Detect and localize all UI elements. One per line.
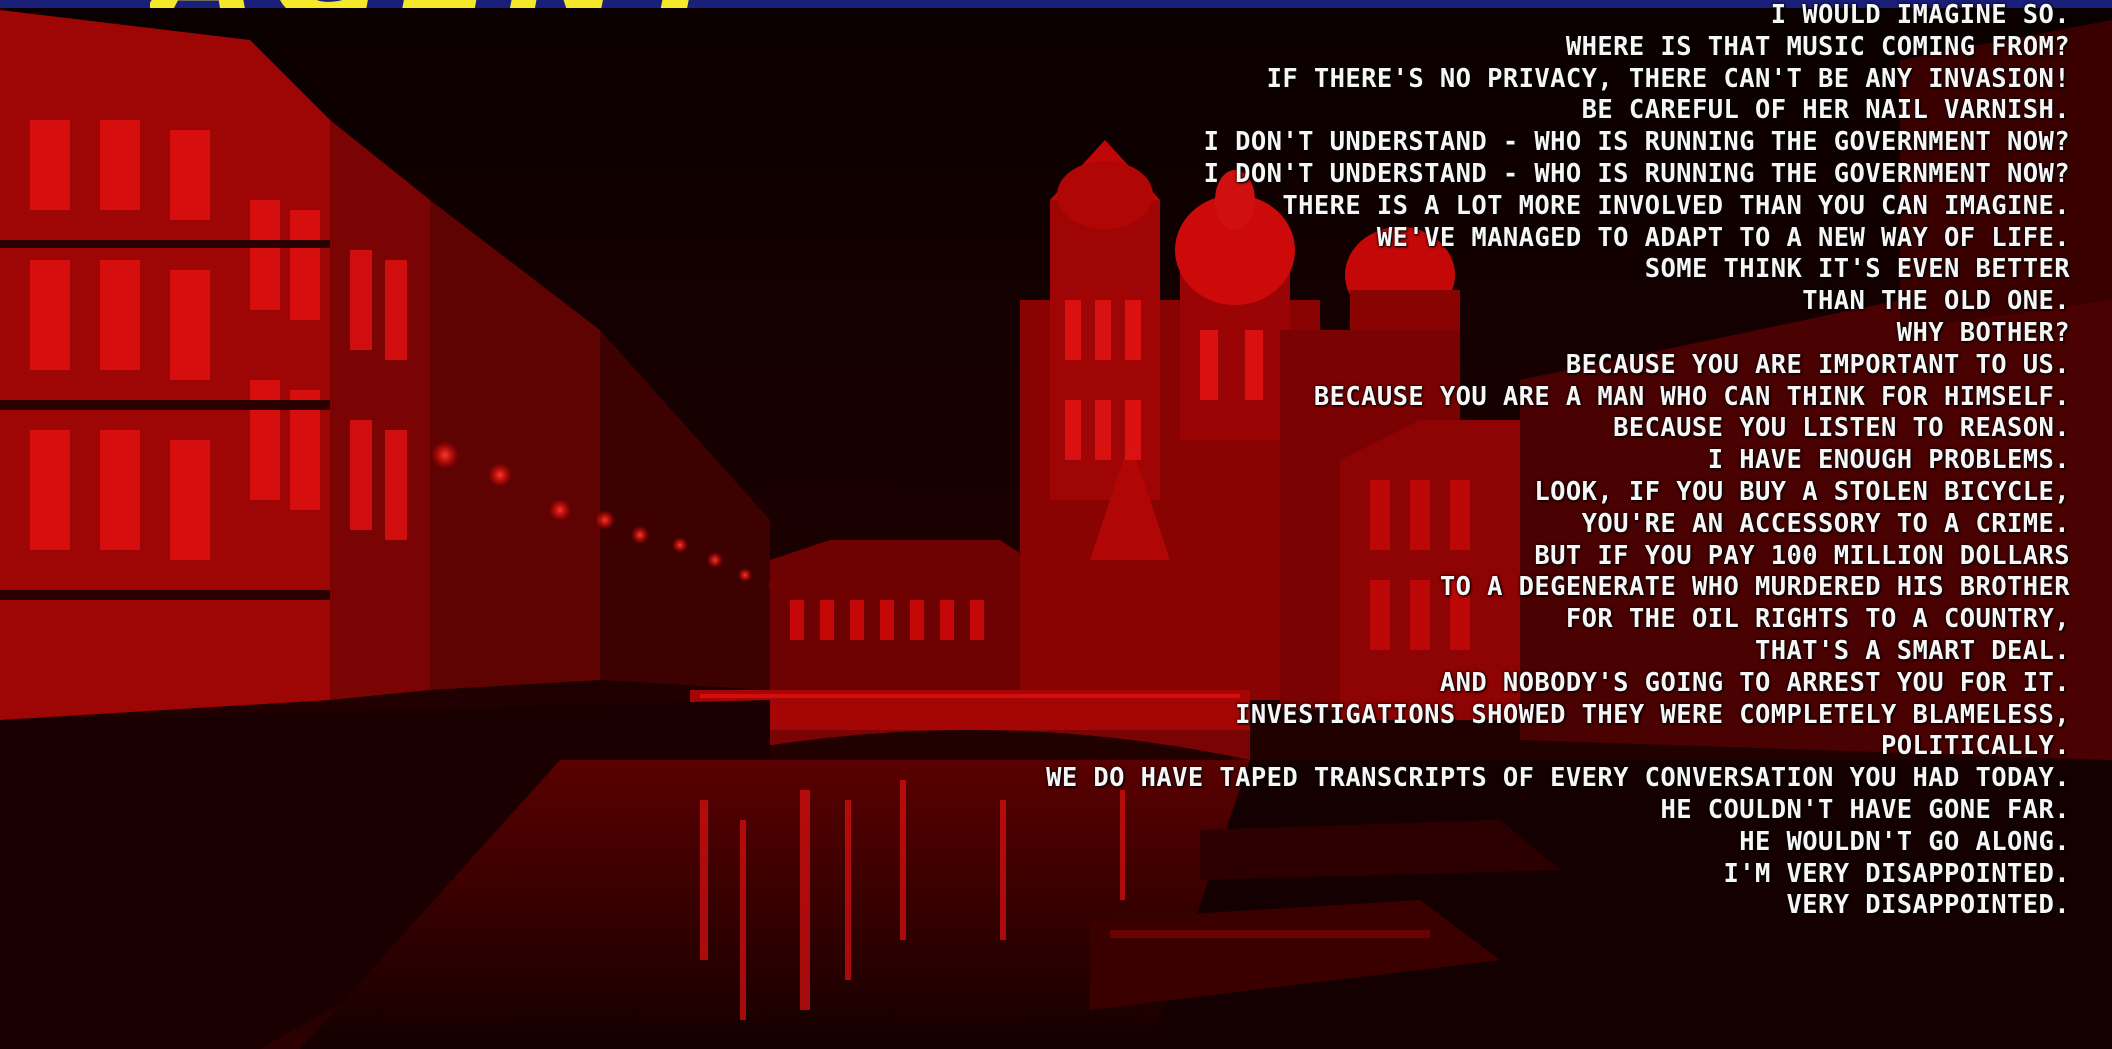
subtitle-line: THAT'S A SMART DEAL. xyxy=(1754,635,2070,666)
subtitle-line: BECAUSE YOU ARE A MAN WHO CAN THINK FOR … xyxy=(1313,381,2070,412)
subtitle-line: WE DO HAVE TAPED TRANSCRIPTS OF EVERY CO… xyxy=(1046,763,2070,794)
subtitle-line: LOOK, IF YOU BUY A STOLEN BICYCLE, xyxy=(1534,476,2070,507)
subtitle-block: I WOULD IMAGINE SO. WHERE IS THAT MUSIC C… xyxy=(1046,0,2070,922)
subtitle-line: WHERE IS THAT MUSIC COMING FROM? xyxy=(1565,31,2070,62)
subtitle-line: AND NOBODY'S GOING TO ARREST YOU FOR IT. xyxy=(1439,667,2070,698)
subtitle-line: THERE IS A LOT MORE INVOLVED THAN YOU CA… xyxy=(1282,190,2070,221)
subtitle-line: VERY DISAPPOINTED. xyxy=(1786,890,2070,921)
subtitle-line: POLITICALLY. xyxy=(1880,731,2070,762)
logo: AGENT xyxy=(150,0,710,8)
subtitle-line: YOU'RE AN ACCESSORY TO A CRIME. xyxy=(1581,508,2070,539)
subtitle-line: BE CAREFUL OF HER NAIL VARNISH. xyxy=(1581,95,2070,126)
subtitle-line: BECAUSE YOU ARE IMPORTANT TO US. xyxy=(1565,349,2070,380)
subtitle-line: I'M VERY DISAPPOINTED. xyxy=(1723,858,2070,889)
subtitle-line: BUT IF YOU PAY 100 MILLION DOLLARS xyxy=(1534,540,2070,571)
subtitle-line: I DON'T UNDERSTAND - WHO IS RUNNING THE … xyxy=(1203,127,2070,158)
subtitle-line: BECAUSE YOU LISTEN TO REASON. xyxy=(1613,413,2070,444)
subtitle-line: INVESTIGATIONS SHOWED THEY WERE COMPLETE… xyxy=(1235,699,2070,730)
subtitle-line: I WOULD IMAGINE SO. xyxy=(1770,0,2070,30)
subtitle-line: WE'VE MANAGED TO ADAPT TO A NEW WAY OF L… xyxy=(1376,222,2070,253)
distant-building xyxy=(770,540,1030,690)
subtitle-line: TO A DEGENERATE WHO MURDERED HIS BROTHER xyxy=(1439,572,2070,603)
subtitle-line: THAN THE OLD ONE. xyxy=(1802,286,2070,317)
city-canal-scene: AGENT I WOULD IMAGINE SO.WHERE IS THAT M… xyxy=(0,0,2112,1049)
subtitle-line: IF THERE'S NO PRIVACY, THERE CAN'T BE AN… xyxy=(1266,63,2070,94)
subtitle-line: I HAVE ENOUGH PROBLEMS. xyxy=(1707,445,2070,476)
subtitle-line: FOR THE OIL RIGHTS TO A COUNTRY, xyxy=(1565,604,2070,635)
subtitle-line: I DON'T UNDERSTAND - WHO IS RUNNING THE … xyxy=(1203,158,2070,189)
logo-text: AGENT xyxy=(150,0,710,8)
subtitle-line: SOME THINK IT'S EVEN BETTER xyxy=(1644,254,2070,285)
subtitle-line: HE COULDN'T HAVE GONE FAR. xyxy=(1660,794,2070,825)
subtitle-line: WHY BOTHER? xyxy=(1896,317,2070,348)
subtitle-line: HE WOULDN'T GO ALONG. xyxy=(1739,826,2070,857)
